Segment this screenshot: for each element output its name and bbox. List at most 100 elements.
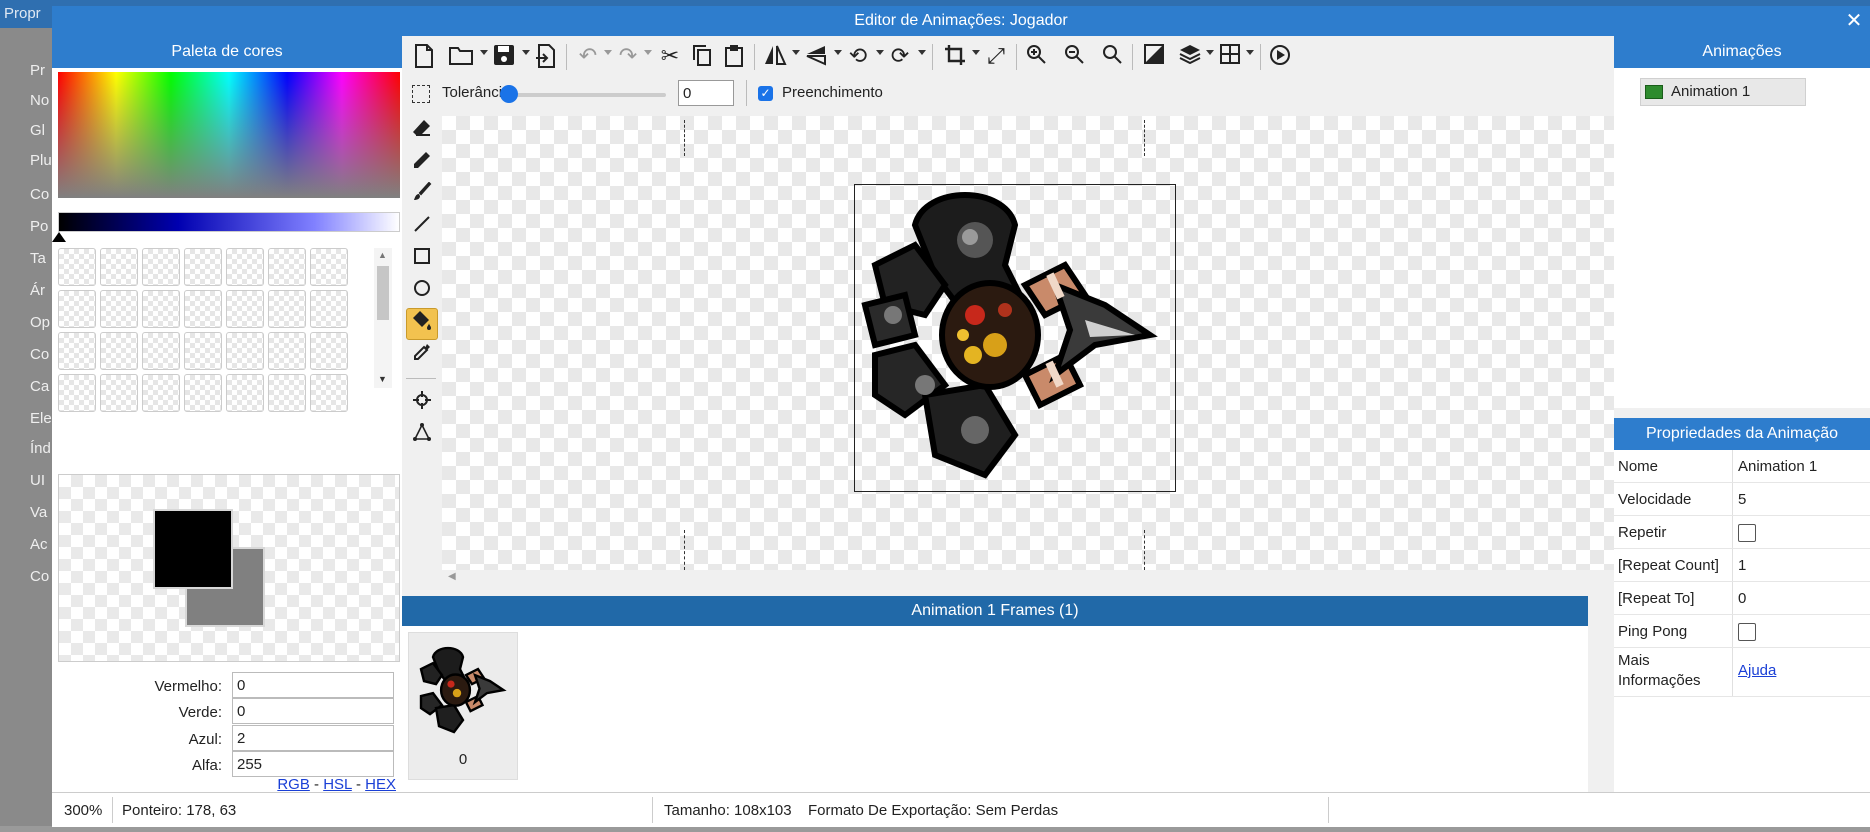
ellipse-icon[interactable] <box>406 276 438 308</box>
undo-icon[interactable]: ↶ <box>576 44 600 70</box>
color-swatch[interactable] <box>100 374 138 412</box>
grid-icon[interactable] <box>1218 44 1242 70</box>
color-swatch[interactable] <box>226 374 264 412</box>
selection-icon[interactable] <box>412 85 430 103</box>
rectangle-icon[interactable] <box>406 244 438 276</box>
pingpong-checkbox[interactable] <box>1738 623 1756 641</box>
open-dropdown-icon[interactable] <box>480 50 488 55</box>
tolerance-slider-knob[interactable] <box>500 85 518 103</box>
color-swatch[interactable] <box>100 332 138 370</box>
color-swatch[interactable] <box>184 248 222 286</box>
rotate-left-dropdown-icon[interactable] <box>876 50 884 55</box>
color-swatch[interactable] <box>226 290 264 328</box>
save-icon[interactable] <box>492 44 516 70</box>
crop-icon[interactable] <box>942 44 968 70</box>
animation-list-item[interactable]: Animation 1 <box>1640 78 1806 106</box>
color-swatch[interactable] <box>142 290 180 328</box>
prop-repeat-to-value[interactable]: 0 <box>1738 590 1746 607</box>
tolerance-input[interactable]: 0 <box>678 80 734 106</box>
luminance-slider[interactable] <box>58 212 400 232</box>
green-input[interactable]: 0 <box>232 698 394 724</box>
mask-icon[interactable] <box>1142 44 1166 70</box>
fit-to-screen-icon[interactable]: ⤢ <box>984 44 1008 70</box>
scroll-down-icon[interactable]: ▼ <box>378 374 387 384</box>
color-swatch[interactable] <box>268 374 306 412</box>
layers-dropdown-icon[interactable] <box>1206 50 1214 55</box>
blue-input[interactable]: 2 <box>232 725 394 751</box>
hex-link[interactable]: HEX <box>365 776 396 793</box>
color-swatch[interactable] <box>100 248 138 286</box>
color-swatch[interactable] <box>226 248 264 286</box>
color-swatch[interactable] <box>58 290 96 328</box>
cut-icon[interactable]: ✂ <box>658 44 682 70</box>
color-swatch[interactable] <box>268 332 306 370</box>
color-swatch[interactable] <box>100 290 138 328</box>
scroll-up-icon[interactable]: ▲ <box>378 250 387 260</box>
color-swatch[interactable] <box>58 374 96 412</box>
color-swatch[interactable] <box>268 248 306 286</box>
grid-dropdown-icon[interactable] <box>1246 50 1254 55</box>
sprite-frame[interactable] <box>854 184 1176 492</box>
fill-checkbox[interactable]: ✓ <box>758 86 773 101</box>
swatch-scroll-thumb[interactable] <box>377 266 389 320</box>
save-dropdown-icon[interactable] <box>522 50 530 55</box>
color-swatch[interactable] <box>184 374 222 412</box>
rotate-left-icon[interactable]: ⟲ <box>846 44 870 70</box>
tolerance-slider[interactable] <box>504 93 666 97</box>
color-swatch[interactable] <box>268 290 306 328</box>
flip-vertical-icon[interactable] <box>804 44 830 70</box>
flip-horizontal-icon[interactable] <box>762 44 788 70</box>
canvas-horizontal-scrollbar[interactable]: ◀ ▶ <box>442 570 1632 586</box>
prop-name-value[interactable]: Animation 1 <box>1738 458 1817 475</box>
eraser-icon[interactable] <box>406 116 438 148</box>
export-icon[interactable] <box>534 44 558 70</box>
prop-speed-value[interactable]: 5 <box>1738 491 1746 508</box>
repeat-checkbox[interactable] <box>1738 524 1756 542</box>
pencil-icon[interactable] <box>406 148 438 180</box>
rotate-right-dropdown-icon[interactable] <box>918 50 926 55</box>
flip-v-dropdown-icon[interactable] <box>834 50 842 55</box>
drawing-canvas[interactable] <box>442 116 1648 570</box>
copy-icon[interactable] <box>690 44 714 70</box>
color-swatch[interactable] <box>310 290 348 328</box>
zoom-out-icon[interactable] <box>1062 44 1086 70</box>
flip-h-dropdown-icon[interactable] <box>792 50 800 55</box>
color-swatch[interactable] <box>142 332 180 370</box>
red-input[interactable]: 0 <box>232 672 394 698</box>
color-swatch[interactable] <box>184 290 222 328</box>
help-link[interactable]: Ajuda <box>1738 662 1776 679</box>
foreground-color-swatch[interactable] <box>153 509 233 589</box>
paste-icon[interactable] <box>722 44 746 70</box>
hsl-link[interactable]: HSL <box>323 776 352 793</box>
brush-icon[interactable] <box>406 180 438 212</box>
color-swatch[interactable] <box>58 332 96 370</box>
alpha-input[interactable]: 255 <box>232 751 394 777</box>
crosshair-icon[interactable] <box>406 388 438 420</box>
color-swatch[interactable] <box>58 248 96 286</box>
prop-repeat-count-value[interactable]: 1 <box>1738 557 1746 574</box>
color-swatch[interactable] <box>310 332 348 370</box>
color-swatch[interactable] <box>142 248 180 286</box>
skeleton-icon[interactable] <box>406 420 438 452</box>
fill-bucket-icon[interactable] <box>406 308 438 340</box>
redo-dropdown-icon[interactable] <box>644 50 652 55</box>
redo-icon[interactable]: ↷ <box>616 44 640 70</box>
swatch-scrollbar[interactable]: ▲ ▼ <box>374 248 392 388</box>
color-swatch[interactable] <box>310 374 348 412</box>
layers-icon[interactable] <box>1178 44 1202 70</box>
rgb-link[interactable]: RGB <box>277 776 310 793</box>
scroll-left-icon[interactable]: ◀ <box>448 571 456 582</box>
play-icon[interactable] <box>1268 44 1292 70</box>
new-file-icon[interactable] <box>412 44 436 70</box>
color-swatch[interactable] <box>226 332 264 370</box>
zoom-in-icon[interactable] <box>1024 44 1048 70</box>
undo-dropdown-icon[interactable] <box>604 50 612 55</box>
zoom-reset-icon[interactable] <box>1100 44 1124 70</box>
rotate-right-icon[interactable]: ⟳ <box>888 44 912 70</box>
frame-thumbnail[interactable]: 0 <box>408 632 518 780</box>
color-swatch[interactable] <box>184 332 222 370</box>
close-icon[interactable]: ✕ <box>1842 6 1866 36</box>
eyedropper-icon[interactable] <box>406 340 438 372</box>
crop-dropdown-icon[interactable] <box>972 50 980 55</box>
luminance-marker-icon[interactable] <box>52 232 66 242</box>
